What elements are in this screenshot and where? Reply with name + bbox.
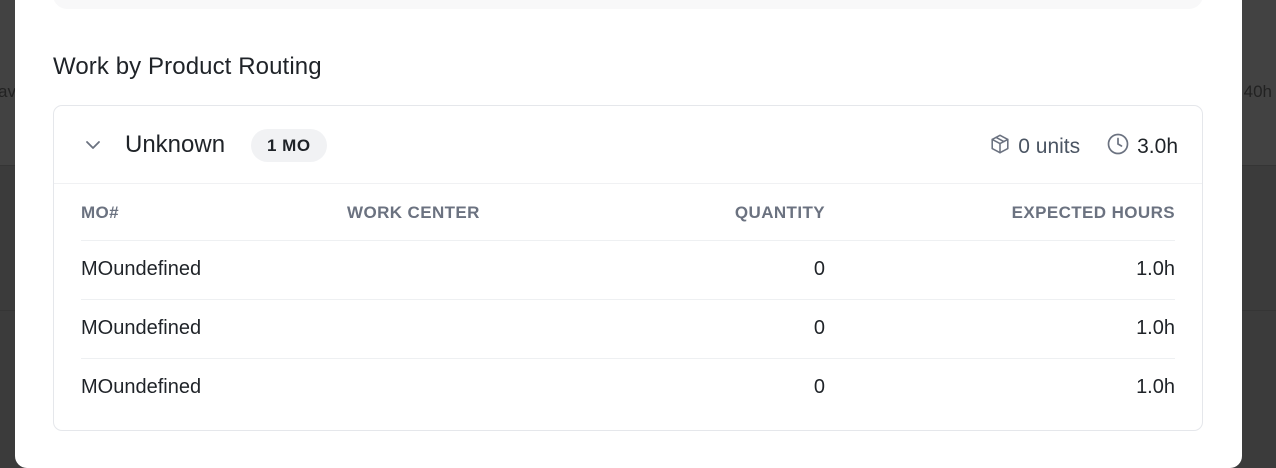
column-header-mo: MO# <box>81 186 347 241</box>
modal-dialog: Work by Product Routing Unknown 1 MO 0 u… <box>15 0 1242 468</box>
cell-quantity: 0 <box>597 240 825 300</box>
cell-expected-hours: 1.0h <box>1136 376 1175 399</box>
cell-work-center <box>347 299 597 359</box>
previous-section-card <box>53 0 1203 9</box>
mo-table: MO# WORK CENTER QUANTITY EXPECTED HOURS … <box>81 186 1175 417</box>
routing-group-card: Unknown 1 MO 0 units 3.0h MO# WORK CENTE… <box>53 105 1203 431</box>
package-icon <box>989 133 1018 161</box>
cell-quantity: 0 <box>597 299 825 359</box>
section-title: Work by Product Routing <box>53 53 322 80</box>
cell-work-center <box>347 240 597 300</box>
cell-mo: MOundefined <box>81 240 347 300</box>
group-summary: 0 units 3.0h <box>989 132 1178 162</box>
column-header-quantity: QUANTITY <box>597 186 825 241</box>
routing-group-name: Unknown <box>125 131 226 158</box>
cell-expected-hours: 1.0h <box>825 240 1175 300</box>
backdrop-text-fragment: av <box>0 82 16 101</box>
table-row[interactable]: MOundefined 0 1.0h <box>81 240 1175 300</box>
table-row[interactable]: MOundefined 0 1.0h <box>81 299 1175 359</box>
mo-count-badge: 1 MO <box>251 129 327 162</box>
units-summary: 0 units <box>989 133 1080 161</box>
backdrop-text-fragment: 40h <box>1243 82 1272 101</box>
cell-mo: MOundefined <box>81 299 347 359</box>
hours-value: 3.0h <box>1137 135 1178 158</box>
table-row[interactable]: MOundefined 0 1.0h <box>81 358 1175 417</box>
chevron-down-icon[interactable] <box>85 137 101 153</box>
column-header-work-center: WORK CENTER <box>347 186 597 241</box>
cell-mo: MOundefined <box>81 376 202 399</box>
units-value: 0 units <box>1018 135 1081 158</box>
cell-quantity: 0 <box>813 376 825 399</box>
table-header-row: MO# WORK CENTER QUANTITY EXPECTED HOURS <box>81 186 1175 241</box>
routing-group-header[interactable]: Unknown 1 MO 0 units 3.0h <box>54 106 1202 184</box>
clock-icon <box>1106 132 1137 162</box>
cell-work-center <box>347 358 597 417</box>
column-header-expected-hours: EXPECTED HOURS <box>825 186 1175 241</box>
cell-expected-hours: 1.0h <box>825 299 1175 359</box>
hours-summary: 3.0h <box>1106 132 1178 162</box>
